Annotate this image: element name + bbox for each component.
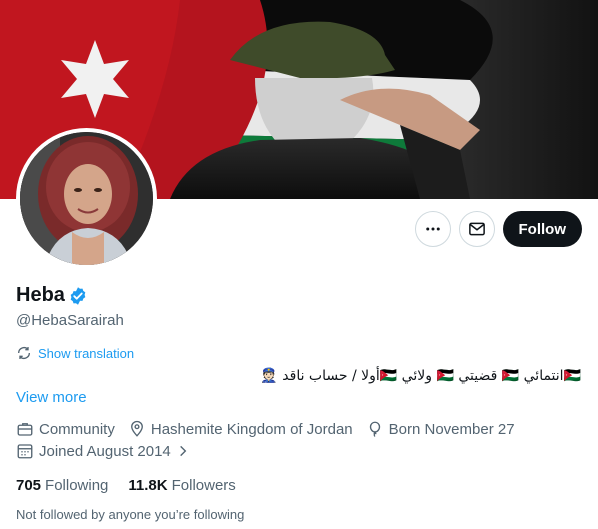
- more-button[interactable]: [414, 211, 451, 247]
- follow-counts: 705 Following 11.8K Followers: [16, 477, 236, 494]
- profile-actions: Follow: [414, 211, 582, 247]
- location-item: Hashemite Kingdom of Jordan: [128, 420, 353, 438]
- following-link[interactable]: 705 Following: [16, 477, 108, 494]
- message-button[interactable]: [458, 211, 495, 247]
- location-label: Hashemite Kingdom of Jordan: [150, 420, 353, 438]
- profile-joined-row: Joined August 2014: [16, 442, 203, 460]
- following-label: Following: [45, 477, 109, 494]
- followers-label: Followers: [171, 477, 236, 494]
- display-name: Heba: [16, 284, 65, 306]
- show-translation-label: Show translation: [38, 345, 135, 361]
- followers-count: 11.8K: [128, 477, 168, 494]
- not-followed-note: Not followed by anyone you’re following: [16, 507, 245, 522]
- category-item: Community: [16, 420, 115, 438]
- more-icon: [425, 227, 440, 231]
- balloon-icon: [369, 421, 380, 437]
- avatar[interactable]: [16, 128, 157, 269]
- avatar-image: [20, 132, 153, 265]
- verified-badge-icon[interactable]: [68, 286, 88, 306]
- profile-meta-row: Community Hashemite Kingdom of Jordan Bo…: [16, 420, 528, 438]
- born-item: Born November 27: [366, 420, 515, 438]
- chevron-right-icon: [179, 445, 187, 457]
- mail-icon: [468, 222, 485, 236]
- followers-link[interactable]: 11.8K Followers: [128, 477, 235, 494]
- born-label: Born November 27: [388, 420, 515, 438]
- profile-handle: @HebaSarairah: [16, 312, 124, 329]
- joined-label: Joined August 2014: [39, 442, 171, 460]
- show-translation-link[interactable]: Show translation: [16, 345, 134, 361]
- calendar-icon: [17, 444, 33, 459]
- profile-bio: 🇯🇴انتمائي 🇯🇴 قضيتي 🇯🇴 ولائي 🇯🇴أولا / حسا…: [260, 368, 581, 384]
- view-more-link[interactable]: View more: [16, 389, 87, 406]
- follow-button[interactable]: Follow: [502, 211, 582, 247]
- joined-item[interactable]: Joined August 2014: [16, 442, 190, 460]
- following-count: 705: [16, 477, 42, 494]
- location-pin-icon: [130, 420, 143, 437]
- translate-icon: [18, 347, 30, 359]
- briefcase-icon: [17, 423, 33, 436]
- category-label[interactable]: Community: [39, 421, 115, 438]
- profile-name-row: Heba: [16, 284, 88, 307]
